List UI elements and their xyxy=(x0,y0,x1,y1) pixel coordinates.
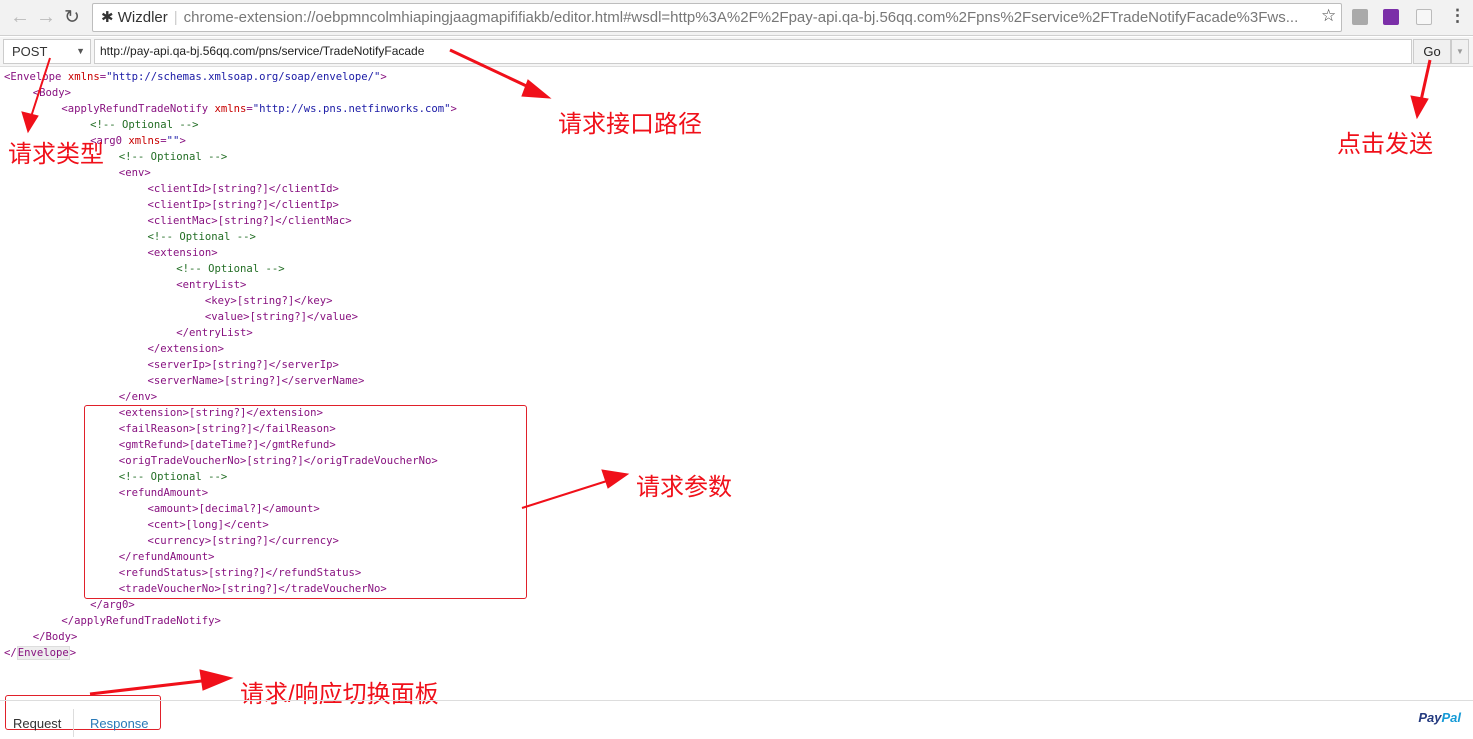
tab-response[interactable]: Response xyxy=(82,709,157,737)
annotation-request-path: 请求接口路径 xyxy=(558,111,702,138)
tab-request[interactable]: Request xyxy=(5,709,74,737)
arrowhead xyxy=(601,469,630,489)
paypal-logo[interactable]: PayPal xyxy=(1418,710,1461,725)
arrow-params xyxy=(521,479,611,509)
annotation-click-send: 点击发送 xyxy=(1337,131,1433,158)
panel-tabs: Request Response xyxy=(0,700,1473,737)
arrowhead xyxy=(1410,95,1429,120)
annotation-request-params: 请求参数 xyxy=(636,474,732,501)
arrowhead xyxy=(521,79,552,99)
arrow-request-type xyxy=(29,57,51,121)
arrowhead xyxy=(21,111,39,134)
arrow-switch-panel xyxy=(89,678,211,696)
arrowhead xyxy=(199,669,234,691)
annotation-arrows xyxy=(21,48,1432,696)
arrow-request-path xyxy=(449,48,536,92)
annotation-request-type: 请求类型 xyxy=(8,141,104,168)
